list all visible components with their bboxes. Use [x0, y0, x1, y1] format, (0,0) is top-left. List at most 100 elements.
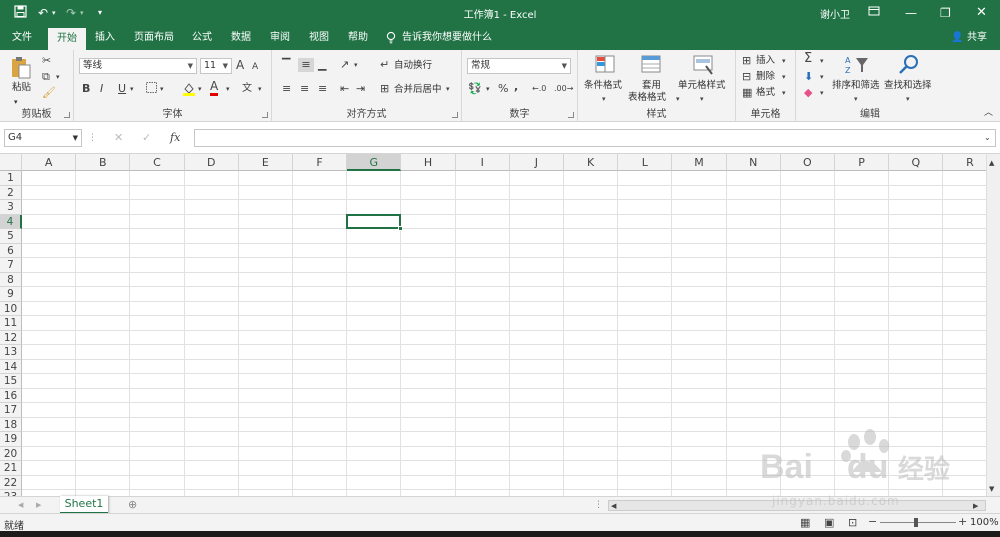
format-painter-icon[interactable]: 🖌	[42, 86, 56, 100]
grow-font-icon[interactable]: A	[236, 58, 244, 72]
borders-dropdown-icon[interactable]: ▾	[160, 82, 164, 96]
tab-review[interactable]: 审阅	[265, 26, 295, 50]
user-name[interactable]: 谢小卫	[820, 6, 850, 21]
font-name-combo[interactable]: 等线 ▼	[79, 58, 197, 74]
prev-sheet-icon[interactable]: ◀	[18, 498, 23, 512]
font-color-button[interactable]: A	[210, 80, 219, 96]
font-color-dropdown-icon[interactable]: ▾	[226, 82, 230, 96]
autosum-icon[interactable]: Σ	[804, 52, 812, 66]
insert-cells-icon[interactable]: ⊞	[742, 54, 751, 68]
page-layout-view-icon[interactable]: ▣	[824, 516, 834, 530]
format-as-table-line1[interactable]: 套用	[642, 80, 661, 92]
row-header-3[interactable]: 3	[0, 200, 22, 215]
column-header-l[interactable]: L	[618, 154, 673, 171]
row-header-12[interactable]: 12	[0, 330, 22, 345]
sheet-tab-sheet1[interactable]: Sheet1	[60, 496, 108, 514]
column-header-o[interactable]: O	[780, 154, 835, 171]
tab-file[interactable]: 文件	[4, 26, 40, 50]
row-header-19[interactable]: 19	[0, 432, 22, 447]
column-header-a[interactable]: A	[22, 154, 77, 171]
sort-filter-icon[interactable]: AZ	[844, 54, 868, 76]
new-sheet-icon[interactable]: ⊕	[128, 498, 137, 512]
conditional-format-icon[interactable]	[594, 54, 618, 76]
number-format-combo[interactable]: 常规 ▼	[467, 58, 571, 74]
clear-dropdown-icon[interactable]: ▾	[820, 86, 824, 100]
align-left-icon[interactable]: ≡	[282, 82, 291, 96]
row-header-16[interactable]: 16	[0, 388, 22, 403]
vertical-scrollbar[interactable]: ▲ ▼	[986, 154, 1000, 496]
insert-dropdown-icon[interactable]: ▾	[782, 54, 786, 68]
increase-indent-icon[interactable]: ⇥	[356, 82, 365, 96]
select-all-corner[interactable]	[0, 154, 22, 171]
row-header-7[interactable]: 7	[0, 258, 22, 273]
conditional-format-button[interactable]: 条件格式	[584, 80, 622, 92]
decrease-decimal-icon[interactable]: .00→	[554, 82, 573, 96]
tab-split-icon[interactable]: ⋮	[594, 498, 603, 512]
tab-page-layout[interactable]: 页面布局	[130, 26, 178, 50]
cancel-entry-icon[interactable]: ✕	[114, 131, 123, 145]
accounting-dropdown-icon[interactable]: ▾	[486, 82, 490, 96]
fill-dropdown-icon[interactable]: ▾	[820, 70, 824, 84]
column-header-p[interactable]: P	[835, 154, 890, 171]
zoom-slider[interactable]	[880, 518, 956, 527]
alignment-launcher-icon[interactable]	[452, 112, 458, 118]
fill-color-dropdown-icon[interactable]: ▾	[198, 82, 202, 96]
close-icon[interactable]: ✕	[976, 5, 987, 21]
insert-function-button[interactable]: fx	[170, 131, 180, 145]
format-cells-button[interactable]: 格式	[756, 87, 775, 99]
number-launcher-icon[interactable]	[568, 112, 574, 118]
format-dropdown-icon[interactable]: ▾	[782, 86, 786, 100]
expand-formula-bar-icon[interactable]: ⌄	[984, 131, 991, 145]
zoom-slider-thumb[interactable]	[914, 518, 918, 527]
merge-center-icon[interactable]: ⊞	[380, 82, 389, 96]
align-right-icon[interactable]: ≡	[318, 82, 327, 96]
share-icon[interactable]: 👤	[951, 26, 963, 50]
underline-button[interactable]: U	[118, 82, 126, 96]
formula-input[interactable]	[194, 129, 996, 147]
scroll-up-icon[interactable]: ▲	[989, 156, 994, 170]
column-header-k[interactable]: K	[564, 154, 619, 171]
find-select-icon[interactable]	[898, 54, 922, 76]
minimize-icon[interactable]: —	[905, 5, 917, 21]
column-header-n[interactable]: N	[726, 154, 781, 171]
row-header-11[interactable]: 11	[0, 316, 22, 331]
row-header-9[interactable]: 9	[0, 287, 22, 302]
phonetic-dropdown-icon[interactable]: ▾	[258, 82, 262, 96]
autosum-dropdown-icon[interactable]: ▾	[820, 54, 824, 68]
align-center-icon[interactable]: ≡	[300, 82, 309, 96]
next-sheet-icon[interactable]: ▶	[36, 498, 41, 512]
align-middle-icon[interactable]: ≡	[298, 58, 314, 72]
phonetic-guide-icon[interactable]: 文	[242, 82, 252, 96]
column-header-j[interactable]: J	[509, 154, 564, 171]
row-header-10[interactable]: 10	[0, 301, 22, 316]
tab-home[interactable]: 开始	[48, 28, 86, 50]
column-header-c[interactable]: C	[130, 154, 185, 171]
tab-data[interactable]: 数据	[226, 26, 256, 50]
delete-cells-icon[interactable]: ⊟	[742, 70, 751, 84]
comma-style-button[interactable]: ,	[514, 80, 518, 94]
sort-dropdown-icon[interactable]: ▾	[854, 92, 858, 106]
row-header-18[interactable]: 18	[0, 417, 22, 432]
name-box[interactable]: G4 ▼	[4, 129, 82, 147]
column-header-d[interactable]: D	[184, 154, 239, 171]
bold-button[interactable]: B	[82, 82, 90, 96]
merge-center-button[interactable]: 合并后居中	[394, 84, 442, 96]
scroll-left-icon[interactable]: ◀	[611, 499, 616, 513]
row-header-21[interactable]: 21	[0, 461, 22, 476]
copy-dropdown-icon[interactable]: ▾	[56, 70, 60, 84]
align-top-icon[interactable]: ▔	[282, 58, 290, 72]
paste-icon[interactable]	[10, 56, 34, 79]
row-header-14[interactable]: 14	[0, 359, 22, 374]
tab-help[interactable]: 帮助	[343, 26, 373, 50]
row-header-5[interactable]: 5	[0, 229, 22, 244]
column-header-m[interactable]: M	[672, 154, 727, 171]
collapse-ribbon-icon[interactable]: ︿	[984, 106, 993, 120]
normal-view-icon[interactable]: ▦	[800, 516, 810, 530]
scroll-down-icon[interactable]: ▼	[989, 482, 994, 496]
column-header-b[interactable]: B	[76, 154, 131, 171]
tab-formulas[interactable]: 公式	[187, 26, 217, 50]
confirm-entry-icon[interactable]: ✓	[142, 131, 151, 145]
cut-icon[interactable]: ✂	[42, 54, 51, 68]
clipboard-launcher-icon[interactable]	[64, 112, 70, 118]
merge-dropdown-icon[interactable]: ▾	[446, 82, 450, 96]
